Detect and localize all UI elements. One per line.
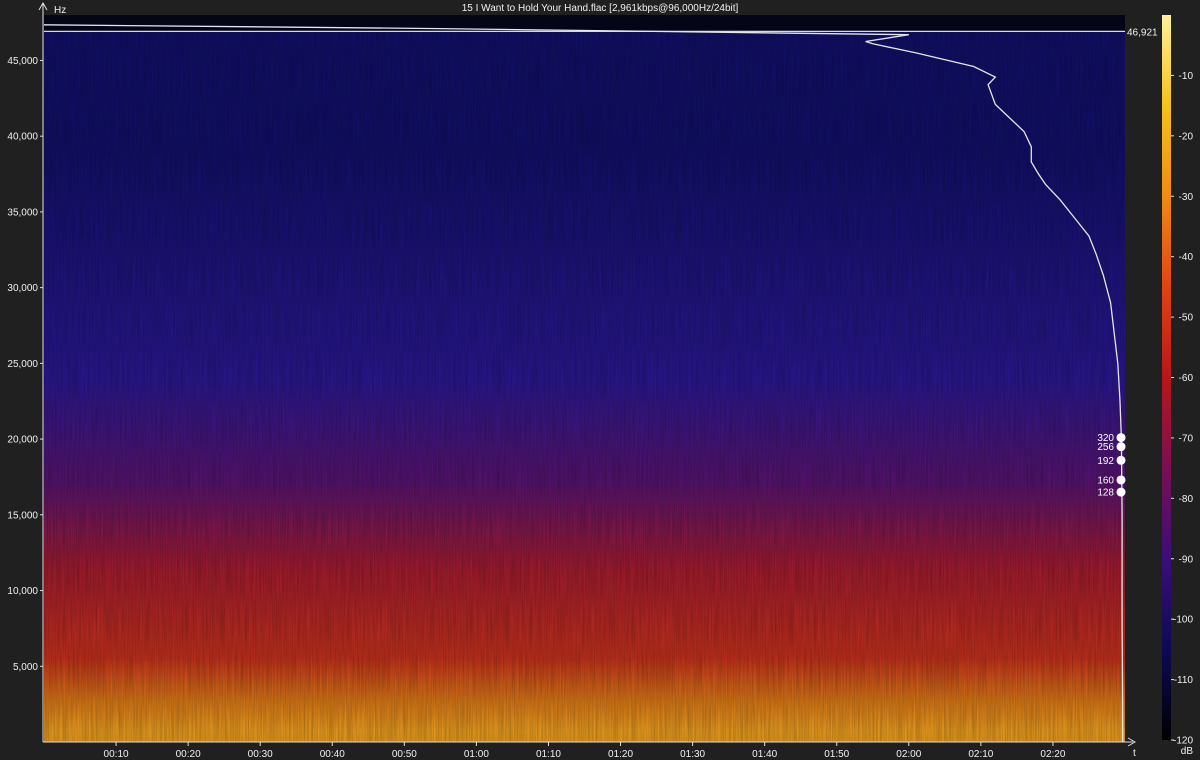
x-tick-label: 01:50 xyxy=(824,749,849,760)
y-tick-label: 25,000 xyxy=(7,359,38,370)
y-tick-label: 20,000 xyxy=(7,435,38,446)
colorbar-tick-label: -30 xyxy=(1179,192,1194,203)
colorbar-tick-label: -20 xyxy=(1179,131,1194,142)
colorbar-tick-label: -100 xyxy=(1173,615,1193,626)
y-tick-label: 35,000 xyxy=(7,207,38,218)
spectrogram-texture xyxy=(44,15,1125,742)
x-tick-label: 02:00 xyxy=(896,749,921,760)
y-tick-label: 10,000 xyxy=(7,586,38,597)
x-tick-label: 02:20 xyxy=(1040,749,1065,760)
spectrogram-chart: Hz t 5,000 10,000 15,000 20,000 25,000 30,000 35… xyxy=(7,1,1194,760)
x-tick-label: 01:40 xyxy=(752,749,777,760)
y-tick-label: 5,000 xyxy=(13,662,38,673)
colorbar-tick-label: -60 xyxy=(1179,373,1194,384)
bitrate-marker-160 xyxy=(1116,475,1126,485)
colorbar-tick-label: -110 xyxy=(1174,675,1194,686)
y-axis-label: Hz xyxy=(54,5,66,16)
colorbar-tick-label: -50 xyxy=(1179,313,1194,324)
colorbar-tick-label: -120 xyxy=(1173,736,1193,747)
x-axis-label: t xyxy=(1133,748,1136,759)
x-tick-label: 02:10 xyxy=(968,749,993,760)
colorbar-tick-label: -70 xyxy=(1179,433,1194,444)
bitrate-marker-label: 128 xyxy=(1097,488,1114,499)
y-tick-label: 30,000 xyxy=(7,283,38,294)
x-tick-label: 00:40 xyxy=(320,749,345,760)
y-tick-label: 15,000 xyxy=(7,510,38,521)
x-tick-label: 01:10 xyxy=(536,749,561,760)
colorbar-unit-label: dB xyxy=(1181,746,1194,757)
colorbar-tick-label: -10 xyxy=(1179,71,1194,82)
bitrate-marker-192 xyxy=(1116,455,1126,465)
cutoff-label: 46,921 xyxy=(1127,27,1158,38)
colorbar-tick-label: -80 xyxy=(1179,494,1194,505)
colorbar xyxy=(1162,15,1171,740)
x-tick-label: 00:20 xyxy=(176,749,201,760)
colorbar-tick-label: -90 xyxy=(1179,554,1194,565)
bitrate-marker-256 xyxy=(1116,442,1126,452)
bitrate-marker-label: 160 xyxy=(1097,475,1114,486)
x-tick-label: 00:30 xyxy=(248,749,273,760)
x-tick-label: 01:30 xyxy=(680,749,705,760)
y-tick-label: 40,000 xyxy=(7,132,38,143)
x-tick-label: 01:20 xyxy=(608,749,633,760)
above-cutoff-region xyxy=(44,15,1125,32)
bitrate-marker-label: 256 xyxy=(1097,442,1114,453)
spectrogram-view: 15 I Want to Hold Your Hand.flac [2,961k… xyxy=(0,0,1200,760)
bitrate-marker-320 xyxy=(1116,433,1126,443)
x-tick-label: 00:50 xyxy=(392,749,417,760)
x-tick-label: 00:10 xyxy=(104,749,129,760)
y-tick-label: 45,000 xyxy=(7,56,38,67)
bitrate-marker-label: 192 xyxy=(1097,456,1114,467)
colorbar-tick-label: -40 xyxy=(1179,252,1194,263)
x-tick-label: 01:00 xyxy=(464,749,489,760)
bitrate-marker-128 xyxy=(1116,487,1126,497)
